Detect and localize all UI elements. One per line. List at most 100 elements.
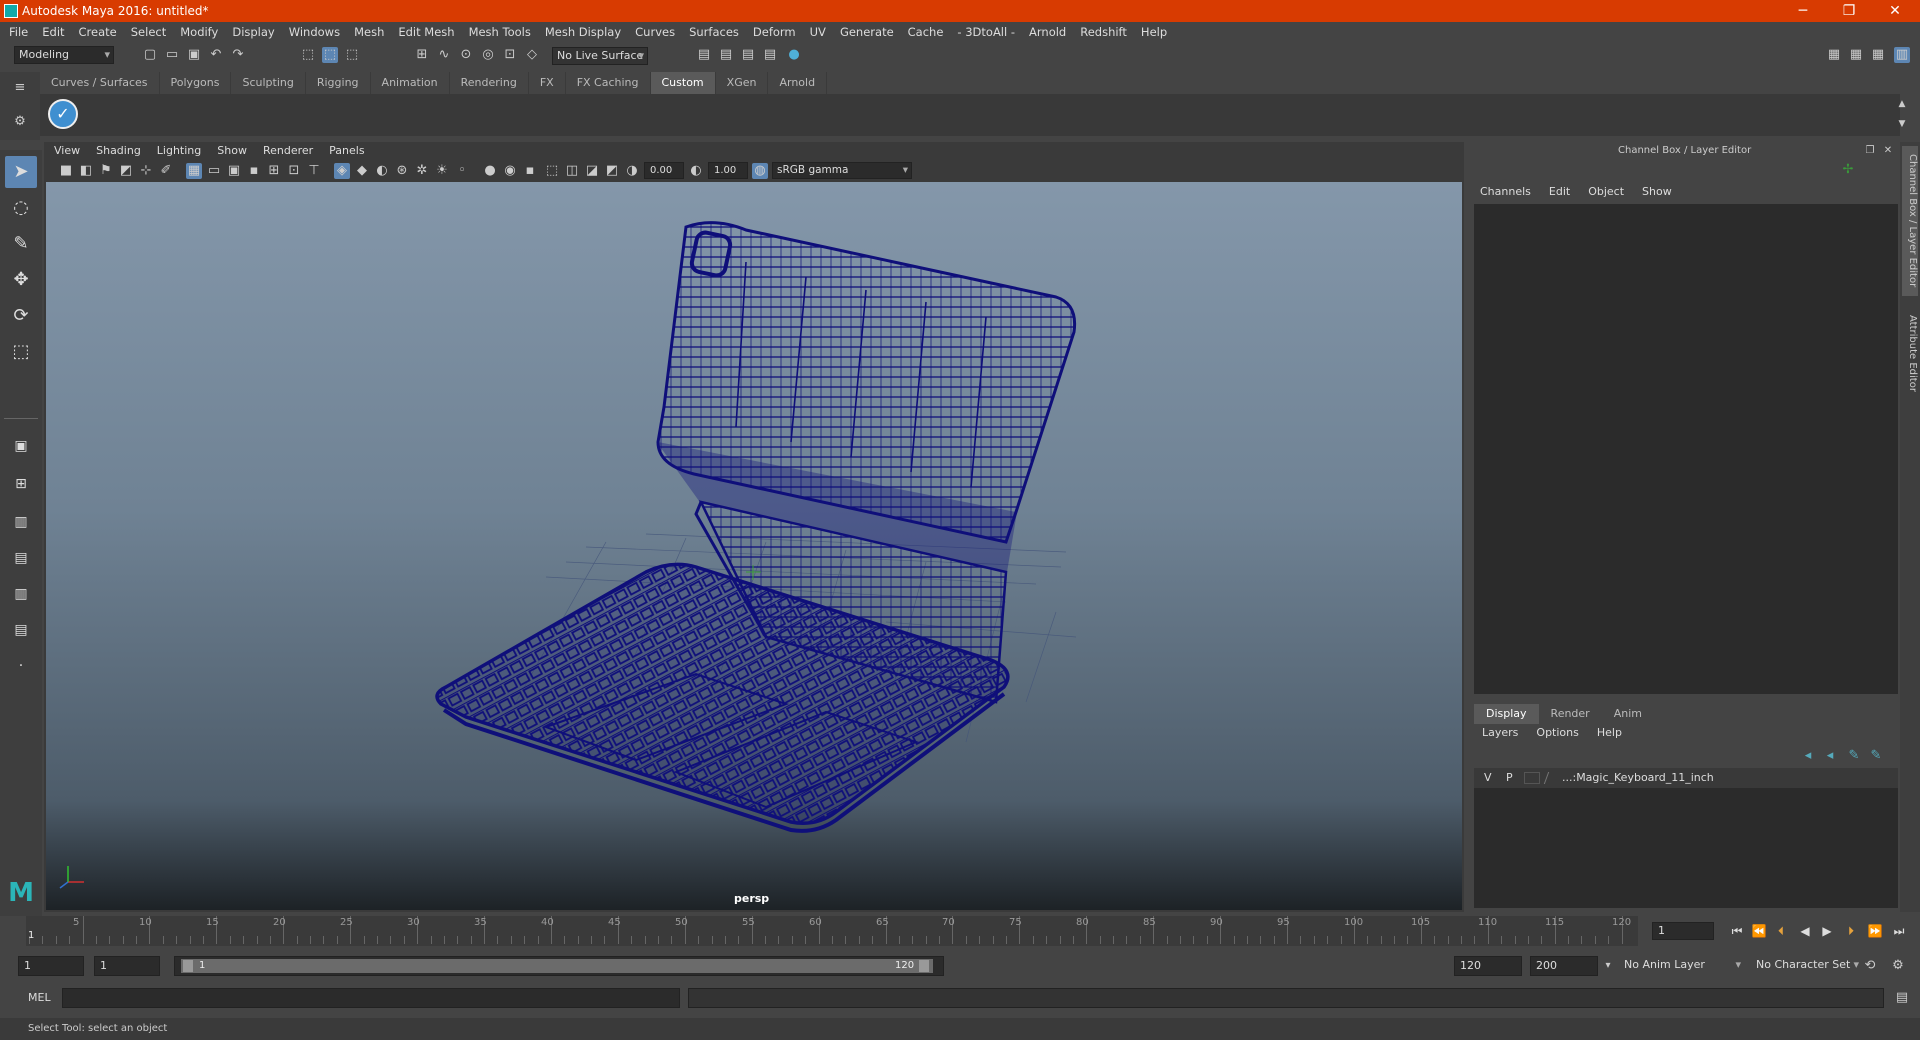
- command-language-label[interactable]: MEL: [28, 991, 51, 1004]
- shelf-scroll-down-icon[interactable]: ▼: [1894, 116, 1910, 132]
- step-forward-key-icon[interactable]: ⏵: [1842, 922, 1860, 940]
- layer-help-menu[interactable]: Help: [1588, 724, 1631, 742]
- channel-box-area[interactable]: [1474, 204, 1898, 694]
- range-start-grip[interactable]: [183, 960, 193, 972]
- animation-start-field[interactable]: 1: [18, 956, 84, 976]
- play-backward-icon[interactable]: ◀: [1796, 922, 1814, 940]
- shelf-tab-custom[interactable]: Custom: [650, 72, 716, 94]
- grease-pencil-icon[interactable]: ✐: [158, 163, 174, 179]
- layout-attribute-icon[interactable]: ▦: [1848, 47, 1864, 63]
- panel-menu-show[interactable]: Show: [209, 142, 255, 160]
- menu-windows[interactable]: Windows: [282, 22, 347, 42]
- script-editor-icon[interactable]: ▤: [1894, 990, 1910, 1006]
- minimize-button[interactable]: ─: [1780, 0, 1826, 22]
- channels-menu[interactable]: Channels: [1470, 182, 1540, 202]
- shelf-menu-icon[interactable]: ≡: [12, 80, 28, 96]
- menu-mesh-tools[interactable]: Mesh Tools: [462, 22, 538, 42]
- layer-row[interactable]: V P ...:Magic_Keyboard_11_inch: [1474, 768, 1898, 788]
- isolate-select-icon[interactable]: ⬚: [544, 163, 560, 179]
- playback-end-field[interactable]: 120: [1454, 956, 1522, 976]
- side-tab-channel-box[interactable]: Channel Box / Layer Editor: [1902, 146, 1918, 296]
- xray-joints-icon[interactable]: ◪: [584, 163, 600, 179]
- layout-more-icon[interactable]: ·: [5, 650, 37, 682]
- time-ruler[interactable]: 5 10 15 20 25 30 35 40 45 50 55 60 65 70 75 80 85 90 95 100…: [26, 916, 1638, 946]
- range-slider-handle[interactable]: 1 120: [181, 959, 933, 973]
- menu-mesh[interactable]: Mesh: [347, 22, 391, 42]
- close-button[interactable]: ✕: [1872, 0, 1918, 22]
- gate-mask-icon[interactable]: ▪: [246, 163, 262, 179]
- channel-object-menu[interactable]: Object: [1579, 182, 1633, 202]
- wireframe-on-shaded-icon[interactable]: ◐: [374, 163, 390, 179]
- snap-grid-icon[interactable]: ⊞: [414, 47, 430, 63]
- menu-modify[interactable]: Modify: [173, 22, 225, 42]
- undo-icon[interactable]: ↶: [208, 47, 224, 63]
- layer-visibility-toggle[interactable]: V: [1484, 768, 1492, 788]
- layout-channel-box-icon[interactable]: ▦: [1870, 47, 1886, 63]
- panel-menu-view[interactable]: View: [44, 142, 88, 160]
- menu-deform[interactable]: Deform: [746, 22, 803, 42]
- four-view-layout-icon[interactable]: ⊞: [5, 468, 37, 500]
- image-plane-icon[interactable]: ◩: [118, 163, 134, 179]
- single-perspective-layout-icon[interactable]: ▣: [5, 430, 37, 462]
- channel-box-toggle-icon[interactable]: ▥: [1894, 47, 1910, 63]
- scale-tool-icon[interactable]: ⬚: [5, 336, 37, 368]
- film-gate-icon[interactable]: ▭: [206, 163, 222, 179]
- use-all-lights-icon[interactable]: ✲: [414, 163, 430, 179]
- safe-title-icon[interactable]: ⊤: [306, 163, 322, 179]
- layer-color-swatch[interactable]: [1543, 772, 1561, 784]
- resolution-gate-icon[interactable]: ▣: [226, 163, 242, 179]
- open-scene-icon[interactable]: ▭: [164, 47, 180, 63]
- persp-graph-layout-icon[interactable]: ▤: [5, 542, 37, 574]
- close-panel-icon[interactable]: ✕: [1880, 143, 1896, 159]
- render-view-icon[interactable]: ●: [786, 47, 802, 63]
- motion-blur-icon[interactable]: ●: [482, 163, 498, 179]
- step-forward-frame-icon[interactable]: ⏩: [1866, 922, 1884, 940]
- restore-button[interactable]: ❐: [1826, 0, 1872, 22]
- layer-display-type-toggle[interactable]: [1524, 772, 1540, 784]
- view-transform-dropdown[interactable]: sRGB gamma: [772, 162, 912, 179]
- shelf-tab-animation[interactable]: Animation: [370, 72, 450, 94]
- layers-menu[interactable]: Layers: [1474, 724, 1527, 742]
- menu-set-dropdown[interactable]: Modeling: [14, 46, 114, 64]
- field-chart-icon[interactable]: ⊞: [266, 163, 282, 179]
- channel-edit-menu[interactable]: Edit: [1540, 182, 1579, 202]
- shadows-icon[interactable]: ☀: [434, 163, 450, 179]
- snap-view-plane-icon[interactable]: ⊡: [502, 47, 518, 63]
- command-input[interactable]: [62, 988, 680, 1008]
- range-slider-track[interactable]: 1 120: [174, 956, 944, 976]
- go-to-start-icon[interactable]: ⏮: [1728, 922, 1746, 940]
- smooth-shade-icon[interactable]: ◆: [354, 163, 370, 179]
- gamma-icon[interactable]: ◐: [688, 163, 704, 179]
- shelf-tab-curves-surfaces[interactable]: Curves / Surfaces: [40, 72, 160, 94]
- shelf-tab-arnold[interactable]: Arnold: [768, 72, 828, 94]
- menu-edit[interactable]: Edit: [35, 22, 71, 42]
- panel-menu-shading[interactable]: Shading: [88, 142, 149, 160]
- live-surface-field[interactable]: No Live Surface: [552, 47, 648, 65]
- select-object-icon[interactable]: ⬚: [322, 47, 338, 63]
- gamma-field[interactable]: 1.00: [708, 162, 748, 179]
- ambient-occlusion-icon[interactable]: ◦: [454, 163, 470, 179]
- hypershade-layout-icon[interactable]: ▤: [5, 614, 37, 646]
- select-tool-icon[interactable]: ➤: [5, 156, 37, 188]
- checkmark-shelf-icon[interactable]: ✓: [48, 99, 78, 129]
- side-tab-attribute-editor[interactable]: Attribute Editor: [1902, 308, 1918, 398]
- shelf-tab-polygons[interactable]: Polygons: [159, 72, 232, 94]
- menu-help[interactable]: Help: [1134, 22, 1174, 42]
- menu-surfaces[interactable]: Surfaces: [682, 22, 746, 42]
- menu-uv[interactable]: UV: [803, 22, 833, 42]
- menu-curves[interactable]: Curves: [628, 22, 682, 42]
- shelf-tab-fx[interactable]: FX: [528, 72, 566, 94]
- shelf-tab-fx-caching[interactable]: FX Caching: [565, 72, 651, 94]
- menu-arnold[interactable]: Arnold: [1022, 22, 1073, 42]
- current-frame-field[interactable]: 1: [1652, 922, 1714, 940]
- render-frame-icon[interactable]: ▤: [696, 47, 712, 63]
- auto-key-icon[interactable]: ⟲: [1862, 958, 1878, 974]
- menu-create[interactable]: Create: [72, 22, 124, 42]
- menu-generate[interactable]: Generate: [833, 22, 901, 42]
- panel-menu-lighting[interactable]: Lighting: [149, 142, 209, 160]
- lasso-tool-icon[interactable]: ◌: [5, 192, 37, 224]
- menu-select[interactable]: Select: [124, 22, 173, 42]
- xray-icon[interactable]: ◫: [564, 163, 580, 179]
- new-scene-icon[interactable]: ▢: [142, 47, 158, 63]
- camera-attributes-icon[interactable]: ◧: [78, 163, 94, 179]
